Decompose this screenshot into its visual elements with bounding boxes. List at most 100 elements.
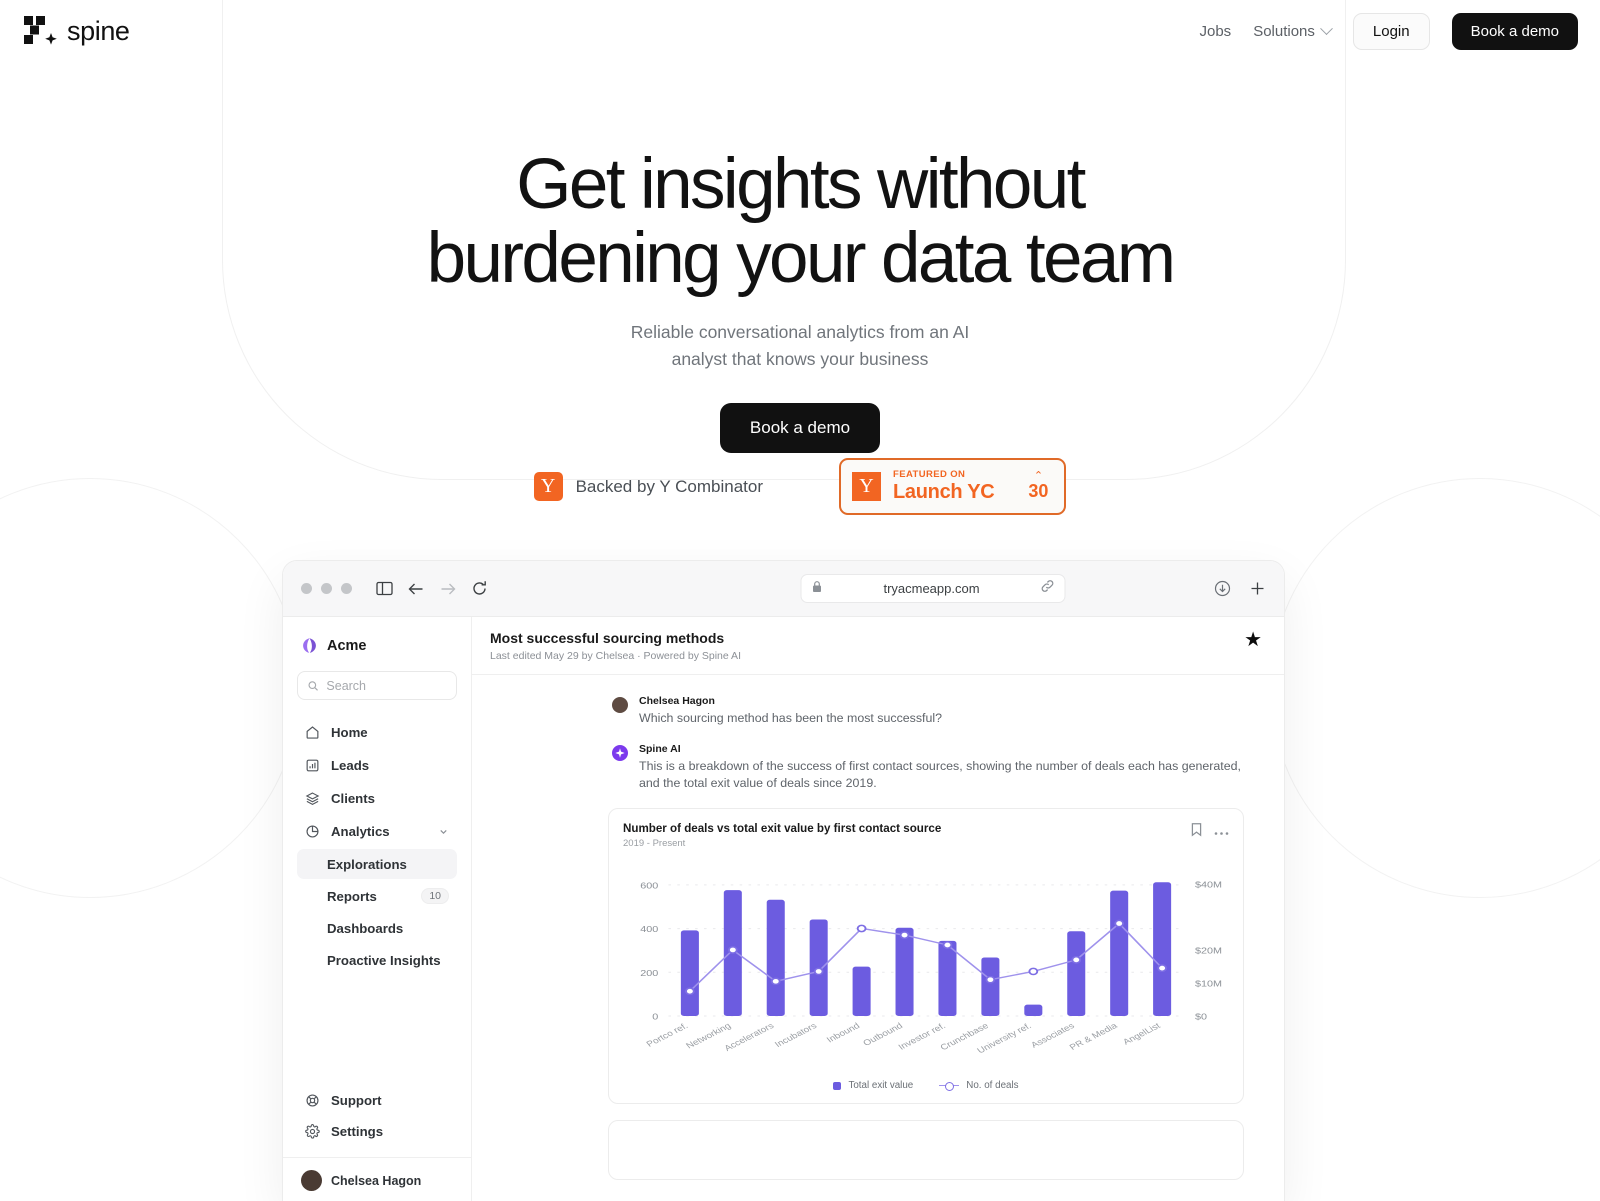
- legend-swatch-bar: [833, 1081, 842, 1090]
- workspace-name: Acme: [327, 637, 367, 654]
- svg-text:$20M: $20M: [1195, 946, 1222, 956]
- hero-title: Get insights without burdening your data…: [0, 148, 1600, 296]
- launch-yc-upvote[interactable]: ⌃ 30: [1028, 470, 1048, 502]
- window-controls[interactable]: [301, 583, 352, 594]
- conversation-area: Chelsea Hagon Which sourcing method has …: [472, 675, 1284, 1201]
- back-arrow-icon[interactable]: [407, 581, 425, 597]
- chart-card-titles: Number of deals vs total exit value by f…: [623, 822, 941, 849]
- book-demo-header-button[interactable]: Book a demo: [1451, 12, 1578, 50]
- star-filled-icon[interactable]: ★: [1244, 630, 1262, 650]
- download-icon[interactable]: [1214, 580, 1231, 597]
- sidebar-item-clients[interactable]: Clients: [297, 783, 457, 814]
- next-card-placeholder: [608, 1120, 1244, 1180]
- background-circle-right: [1270, 478, 1600, 898]
- svg-text:$0: $0: [1195, 1013, 1208, 1023]
- search-field[interactable]: [326, 678, 446, 693]
- hero-section: Get insights without burdening your data…: [0, 148, 1600, 453]
- sidebar-item-leads-label: Leads: [331, 758, 370, 773]
- sidebar-item-support[interactable]: Support: [297, 1085, 457, 1116]
- link-icon[interactable]: [1041, 579, 1055, 598]
- message-author: Chelsea Hagon: [639, 695, 715, 707]
- bookmark-icon[interactable]: [1190, 822, 1203, 842]
- document-header: Most successful sourcing methods Last ed…: [472, 617, 1284, 675]
- launch-yc-text: FEATURED ON Launch YC: [893, 469, 995, 504]
- pie-chart-icon: [306, 825, 319, 838]
- search-icon: [308, 680, 318, 691]
- forward-arrow-icon[interactable]: [439, 581, 457, 597]
- plus-icon[interactable]: [1249, 580, 1266, 597]
- lifebuoy-icon: [306, 1094, 319, 1107]
- home-icon: [306, 726, 319, 739]
- sidebar-item-leads[interactable]: Leads: [297, 750, 457, 781]
- reports-count-badge: 10: [421, 888, 449, 904]
- nav-item-solutions-label: Solutions: [1253, 22, 1315, 40]
- chart-title: Number of deals vs total exit value by f…: [623, 822, 942, 835]
- yc-backed-badge[interactable]: Y Backed by Y Combinator: [533, 472, 763, 501]
- avatar: [301, 1170, 322, 1191]
- svg-text:$10M: $10M: [1195, 979, 1222, 989]
- sidebar-user[interactable]: Chelsea Hagon: [297, 1158, 457, 1191]
- workspace-switcher[interactable]: Acme: [297, 633, 457, 654]
- reload-icon[interactable]: [471, 580, 488, 597]
- brand-name: spine: [67, 15, 130, 46]
- svg-text:400: 400: [640, 925, 659, 935]
- close-window-dot[interactable]: [301, 583, 312, 594]
- svg-text:600: 600: [640, 881, 659, 891]
- nav-item-solutions[interactable]: Solutions: [1253, 21, 1333, 40]
- sidebar-item-analytics-label: Analytics: [331, 824, 390, 839]
- sidebar-item-analytics[interactable]: Analytics: [297, 816, 457, 847]
- app-main: Most successful sourcing methods Last ed…: [472, 617, 1284, 1201]
- chart-subtitle: 2019 - Present: [623, 838, 686, 849]
- brand-logo[interactable]: spine: [24, 16, 130, 47]
- legend-item-total-exit-value[interactable]: Total exit value: [833, 1080, 913, 1091]
- sidebar-toggle-icon[interactable]: [376, 581, 393, 596]
- svg-text:AngelList: AngelList: [1121, 1021, 1163, 1046]
- sidebar-item-reports[interactable]: Reports 10: [297, 881, 457, 911]
- hero-subtitle: Reliable conversational analytics from a…: [0, 319, 1600, 373]
- combo-chart: 0200400600$0$10M$20M$40MPortco ref.Netwo…: [640, 880, 1222, 1055]
- svg-text:Incubators: Incubators: [773, 1021, 819, 1049]
- document-header-text: Most successful sourcing methods Last ed…: [490, 630, 741, 662]
- chart-card: Number of deals vs total exit value by f…: [608, 808, 1244, 1104]
- svg-text:0: 0: [652, 1013, 659, 1023]
- hero-subtitle-line1: Reliable conversational analytics from a…: [630, 322, 970, 342]
- sidebar-item-proactive-insights[interactable]: Proactive Insights: [297, 945, 457, 975]
- main-nav: Jobs Solutions Login Book a demo: [1200, 12, 1578, 50]
- yc-badges-row: Y Backed by Y Combinator Y FEATURED ON L…: [0, 458, 1600, 515]
- svg-text:Inbound: Inbound: [825, 1021, 862, 1044]
- svg-text:$40M: $40M: [1195, 880, 1222, 890]
- maximize-window-dot[interactable]: [341, 583, 352, 594]
- hero-title-line1: Get insights without: [516, 145, 1086, 224]
- sidebar-item-explorations-label: Explorations: [327, 856, 407, 872]
- message-ai: Spine AI This is a breakdown of the succ…: [472, 743, 1284, 792]
- sidebar-item-clients-label: Clients: [331, 791, 375, 806]
- page-title: Most successful sourcing methods: [490, 630, 725, 646]
- nav-item-jobs[interactable]: Jobs: [1200, 23, 1232, 40]
- message-text: Which sourcing method has been the most …: [639, 711, 943, 725]
- launch-yc-badge[interactable]: Y FEATURED ON Launch YC ⌃ 30: [839, 458, 1067, 515]
- svg-text:PR & Media: PR & Media: [1068, 1021, 1120, 1052]
- legend-item-no-of-deals[interactable]: No. of deals: [939, 1080, 1019, 1091]
- analytics-expand-chevron-icon[interactable]: [438, 826, 449, 837]
- sidebar-item-support-label: Support: [331, 1093, 382, 1108]
- sidebar-item-explorations[interactable]: Explorations: [297, 849, 457, 879]
- more-horizontal-icon[interactable]: [1214, 823, 1229, 841]
- sidebar-item-home[interactable]: Home: [297, 717, 457, 748]
- hero-title-line2: burdening your data team: [426, 219, 1176, 298]
- login-button[interactable]: Login: [1352, 12, 1430, 50]
- sidebar-item-proactive-insights-label: Proactive Insights: [327, 952, 441, 968]
- sidebar-item-dashboards[interactable]: Dashboards: [297, 913, 457, 943]
- legend-label: No. of deals: [966, 1080, 1019, 1091]
- acme-logo-icon: [303, 638, 316, 653]
- browser-actions: [1214, 580, 1266, 597]
- app-sidebar: Acme Home: [283, 617, 472, 1201]
- sidebar-item-settings[interactable]: Settings: [297, 1116, 457, 1147]
- search-input[interactable]: [297, 671, 457, 700]
- product-screenshot-browser: tryacmeapp.com Acme Search Home Leads Cl…: [283, 561, 1284, 1201]
- minimize-window-dot[interactable]: [321, 583, 332, 594]
- sidebar-item-home-label: Home: [331, 725, 368, 740]
- book-demo-hero-button[interactable]: Book a demo: [719, 403, 881, 453]
- message-user: Chelsea Hagon Which sourcing method has …: [472, 695, 1284, 727]
- address-bar[interactable]: tryacmeapp.com: [800, 574, 1066, 603]
- message-text: This is a breakdown of the success of fi…: [639, 759, 1241, 790]
